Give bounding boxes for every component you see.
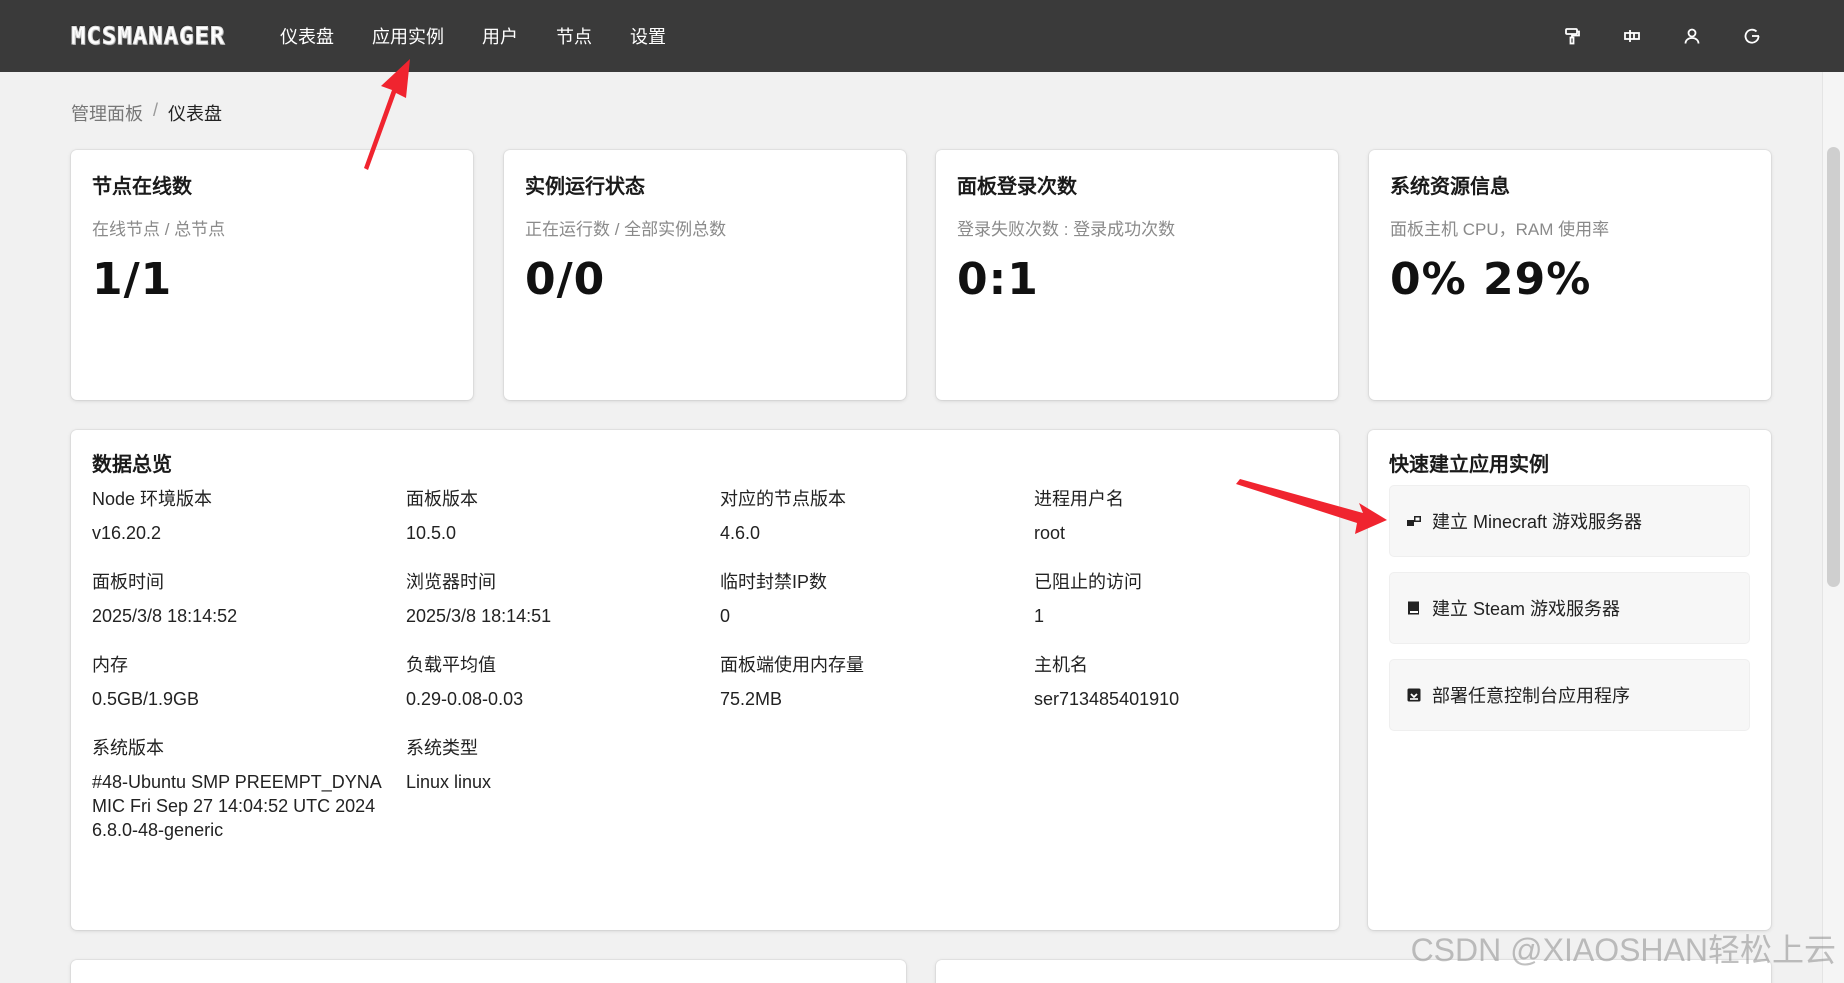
quick-create-title: 快速建立应用实例 [1389, 454, 1549, 476]
overview-label: 主机名 [1034, 655, 1088, 675]
header-actions [1526, 0, 1766, 72]
stat-value: 0/0 [525, 254, 606, 305]
block-icon [1406, 513, 1422, 529]
stat-title: 实例运行状态 [525, 176, 645, 198]
overview-item: 内存 0.5GB/1.9GB [92, 651, 406, 734]
stat-value: 0:1 [957, 254, 1039, 305]
stat-card-login-count: 面板登录次数 登录失败次数 : 登录成功次数 0:1 [936, 150, 1338, 400]
overview-label: 系统版本 [92, 738, 164, 758]
page-scrollbar[interactable] [1822, 72, 1844, 983]
download-box-icon [1406, 687, 1422, 703]
overview-label: 对应的节点版本 [720, 489, 846, 509]
paint-brush-icon[interactable] [1558, 22, 1586, 50]
stat-subtitle: 面板主机 CPU，RAM 使用率 [1390, 220, 1610, 239]
stat-card-nodes-online: 节点在线数 在线节点 / 总节点 1/1 [71, 150, 473, 400]
overview-item: 系统类型 Linux linux [406, 734, 720, 854]
overview-item: 主机名 ser713485401910 [1034, 651, 1334, 734]
overview-item: 面板端使用内存量 75.2MB [720, 651, 1034, 734]
overview-label: 浏览器时间 [406, 572, 496, 592]
top-navbar: MCSMANAGER 仪表盘 应用实例 用户 节点 设置 [0, 0, 1844, 72]
overview-value: 4.6.0 [720, 523, 761, 543]
overview-value: 1 [1034, 606, 1045, 626]
quick-button-label: 建立 Minecraft 游戏服务器 [1432, 512, 1643, 532]
csdn-watermark: CSDN @XIAOSHAN轻松上云 [1410, 932, 1836, 968]
stat-title: 面板登录次数 [957, 176, 1077, 198]
overview-value: ser713485401910 [1034, 689, 1180, 709]
overview-label: 系统类型 [406, 738, 478, 758]
overview-title: 数据总览 [92, 454, 172, 476]
stat-value: 0% 29% [1390, 254, 1592, 305]
stat-subtitle: 在线节点 / 总节点 [92, 220, 226, 239]
create-steam-server-button[interactable]: 建立 Steam 游戏服务器 [1389, 572, 1750, 644]
overview-label: 内存 [92, 655, 128, 675]
overview-label: 临时封禁IP数 [720, 572, 828, 592]
quick-create-card: 快速建立应用实例 建立 Minecraft 游戏服务器 建立 Steam 游戏服… [1368, 430, 1771, 930]
overview-item: 浏览器时间 2025/3/8 18:14:51 [406, 568, 720, 651]
overview-item: 进程用户名 root [1034, 485, 1334, 568]
create-minecraft-server-button[interactable]: 建立 Minecraft 游戏服务器 [1389, 485, 1750, 557]
overview-value: 10.5.0 [406, 523, 457, 543]
overview-value: root [1034, 523, 1066, 543]
overview-item: 面板版本 10.5.0 [406, 485, 720, 568]
overview-value: 2025/3/8 18:14:51 [406, 606, 552, 626]
overview-item: 面板时间 2025/3/8 18:14:52 [92, 568, 406, 651]
stat-subtitle: 登录失败次数 : 登录成功次数 [957, 220, 1176, 239]
logout-icon[interactable] [1738, 22, 1766, 50]
overview-grid: Node 环境版本 v16.20.2 面板版本 10.5.0 对应的节点版本 4.6.… [92, 485, 1318, 854]
quick-button-label: 建立 Steam 游戏服务器 [1432, 599, 1621, 619]
overview-label: 负载平均值 [406, 655, 496, 675]
breadcrumb-admin-panel[interactable]: 管理面板 [71, 100, 143, 126]
stat-title: 系统资源信息 [1390, 176, 1510, 198]
breadcrumb-separator: / [153, 100, 159, 120]
overview-item: 系统版本 #48-Ubuntu SMP PREEMPT_DYNAMIC Fri S… [92, 734, 406, 854]
overview-label: Node 环境版本 [92, 489, 213, 509]
overview-label: 面板版本 [406, 489, 478, 509]
breadcrumb: 管理面板 / 仪表盘 [71, 100, 222, 126]
overview-item: 负载平均值 0.29-0.08-0.03 [406, 651, 720, 734]
overview-value: 75.2MB [720, 689, 783, 709]
overview-label: 已阻止的访问 [1034, 572, 1142, 592]
overview-item: Node 环境版本 v16.20.2 [92, 485, 406, 568]
stat-card-system-resources: 系统资源信息 面板主机 CPU，RAM 使用率 0% 29% [1369, 150, 1771, 400]
scrollbar-thumb[interactable] [1827, 147, 1840, 587]
user-icon[interactable] [1678, 22, 1706, 50]
overview-value: #48-Ubuntu SMP PREEMPT_DYNAMIC Fri Sep 2… [92, 772, 382, 840]
overview-label: 面板端使用内存量 [720, 655, 864, 675]
overview-value: Linux linux [406, 772, 492, 792]
overview-value: 0.29-0.08-0.03 [406, 689, 524, 709]
nav-instances[interactable]: 应用实例 [372, 23, 444, 49]
overview-item: 对应的节点版本 4.6.0 [720, 485, 1034, 568]
overview-item: 已阻止的访问 1 [1034, 568, 1334, 651]
breadcrumb-current: 仪表盘 [168, 104, 223, 124]
data-overview-card: 数据总览 Node 环境版本 v16.20.2 面板版本 10.5.0 对应的节点版… [71, 430, 1339, 930]
nav-settings[interactable]: 设置 [630, 23, 666, 49]
bottom-card-left [71, 960, 906, 983]
stat-title: 节点在线数 [92, 176, 192, 198]
overview-label: 进程用户名 [1034, 489, 1124, 509]
main-nav: 仪表盘 应用实例 用户 节点 设置 [280, 0, 704, 72]
overview-item: 临时封禁IP数 0 [720, 568, 1034, 651]
overview-value: v16.20.2 [92, 523, 162, 543]
stat-subtitle: 正在运行数 / 全部实例总数 [525, 220, 727, 239]
overview-value: 0.5GB/1.9GB [92, 689, 200, 709]
stat-card-instance-status: 实例运行状态 正在运行数 / 全部实例总数 0/0 [504, 150, 906, 400]
overview-label: 面板时间 [92, 572, 164, 592]
overview-value: 2025/3/8 18:14:52 [92, 606, 238, 626]
nav-nodes[interactable]: 节点 [556, 23, 592, 49]
book-icon [1406, 600, 1422, 616]
overview-value: 0 [720, 606, 731, 626]
nav-users[interactable]: 用户 [482, 23, 518, 49]
deploy-console-app-button[interactable]: 部署任意控制台应用程序 [1389, 659, 1750, 731]
quick-button-label: 部署任意控制台应用程序 [1432, 686, 1630, 706]
nav-dashboard[interactable]: 仪表盘 [280, 23, 334, 49]
stat-value: 1/1 [92, 254, 173, 305]
mcsmanager-logo[interactable]: MCSMANAGER [71, 22, 226, 51]
layout-icon[interactable] [1618, 22, 1646, 50]
